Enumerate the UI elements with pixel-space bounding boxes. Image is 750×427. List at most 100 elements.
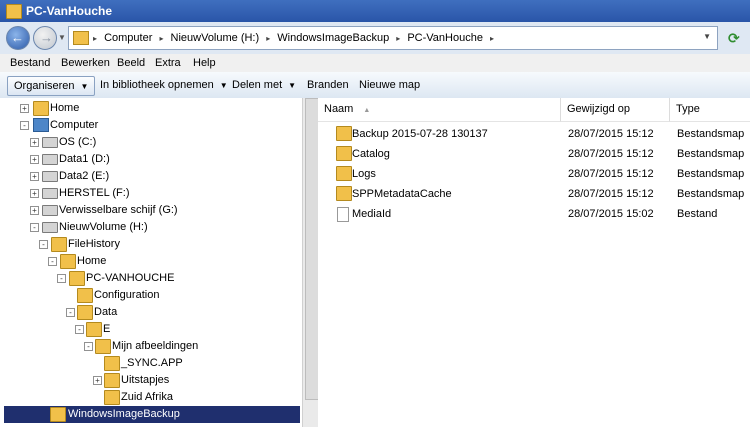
drive-icon	[42, 171, 58, 182]
expand-icon[interactable]: +	[30, 172, 39, 181]
folder-icon	[336, 186, 352, 201]
include-in-library-button[interactable]: In bibliotheek opnemen ▼	[94, 76, 234, 94]
tree-item[interactable]: - Computer	[0, 117, 300, 134]
tree-item-label: Verwisselbare schijf (G:)	[59, 204, 178, 216]
address-box[interactable]: ▸ Computer ▸ NieuwVolume (H:) ▸ WindowsI…	[68, 26, 718, 50]
collapse-icon[interactable]: -	[75, 325, 84, 334]
expand-icon[interactable]: +	[93, 376, 102, 385]
address-bar-area: ← → ▼ ▸ Computer ▸ NieuwVolume (H:) ▸ Wi…	[0, 22, 750, 55]
recent-pages-dropdown[interactable]: ▼	[58, 33, 66, 42]
tree-item-label: Computer	[50, 119, 99, 131]
breadcrumb-item[interactable]: NieuwVolume (H:)	[171, 32, 260, 44]
back-button[interactable]: ←	[6, 26, 30, 50]
tree-item-label: Mijn afbeeldingen	[112, 340, 199, 352]
tree-item-label: Data	[94, 306, 118, 318]
expand-icon[interactable]: +	[30, 206, 39, 215]
tree-item-selected[interactable]: WindowsImageBackup	[4, 406, 300, 423]
tree-item[interactable]: + OS (C:)	[0, 134, 300, 151]
tree-item[interactable]: + Verwisselbare schijf (G:)	[0, 202, 300, 219]
burn-button[interactable]: Branden	[301, 76, 355, 94]
expand-icon[interactable]: +	[30, 155, 39, 164]
tree-item[interactable]: Zuid Afrika	[0, 389, 300, 406]
column-header-type[interactable]: Type	[670, 98, 750, 122]
tree-item-label: WindowsImageBackup	[68, 408, 180, 420]
folder-icon	[60, 254, 76, 269]
file-modified: 28/07/2015 15:12	[568, 148, 654, 160]
tree-item-label: Home	[77, 255, 107, 267]
column-header-modified[interactable]: Gewijzigd op	[561, 98, 670, 122]
chevron-right-icon[interactable]: ▸	[93, 34, 97, 43]
chevron-right-icon[interactable]: ▸	[266, 34, 270, 43]
chevron-right-icon[interactable]: ▸	[396, 34, 400, 43]
tree-item[interactable]: - Mijn afbeeldingen	[0, 338, 300, 355]
file-row[interactable]: Logs 28/07/2015 15:12 Bestandsmap	[318, 165, 750, 183]
address-dropdown-icon[interactable]: ▼	[703, 32, 711, 41]
drive-icon	[42, 154, 58, 165]
expand-icon[interactable]: +	[30, 189, 39, 198]
new-folder-button[interactable]: Nieuwe map	[353, 76, 426, 94]
tree-item[interactable]: - Home	[0, 253, 300, 270]
tree-item[interactable]: + Home	[0, 100, 300, 117]
expand-icon[interactable]: +	[30, 138, 39, 147]
expand-icon[interactable]: +	[20, 104, 29, 113]
collapse-icon[interactable]: -	[84, 342, 93, 351]
breadcrumb-item[interactable]: Computer	[104, 32, 152, 44]
menu-bar: Bestand Bewerken Beeld Extra Help	[0, 54, 750, 72]
tree-item-label: Zuid Afrika	[121, 391, 173, 403]
tree-item-label: _SYNC.APP	[121, 357, 183, 369]
scrollbar-thumb[interactable]	[305, 98, 319, 400]
tree-item[interactable]: - NieuwVolume (H:)	[0, 219, 300, 236]
tree-scrollbar[interactable]	[302, 98, 319, 427]
menu-item-edit[interactable]: Bewerken	[61, 57, 110, 69]
breadcrumb-item[interactable]: PC-VanHouche	[407, 32, 483, 44]
tree-item-label: OS (C:)	[59, 136, 97, 148]
organize-label: Organiseren	[14, 80, 75, 92]
collapse-icon[interactable]: -	[20, 121, 29, 130]
tree-item[interactable]: _SYNC.APP	[0, 355, 300, 372]
file-row[interactable]: Backup 2015-07-28 130137 28/07/2015 15:1…	[318, 125, 750, 143]
tree-item[interactable]: + Data1 (D:)	[0, 151, 300, 168]
menu-item-file[interactable]: Bestand	[10, 57, 50, 69]
tree-item[interactable]: + Data2 (E:)	[0, 168, 300, 185]
file-list: Naam ▲ Gewijzigd op Type Backup 2015-07-2…	[318, 98, 750, 427]
file-name: MediaId	[352, 208, 392, 220]
folder-icon	[51, 237, 67, 252]
share-with-button[interactable]: Delen met ▼	[226, 76, 302, 94]
menu-item-help[interactable]: Help	[193, 57, 216, 69]
breadcrumb-item[interactable]: WindowsImageBackup	[277, 32, 389, 44]
include-in-library-label: In bibliotheek opnemen	[100, 79, 214, 91]
collapse-icon[interactable]: -	[39, 240, 48, 249]
file-modified: 28/07/2015 15:12	[568, 168, 654, 180]
tree-item[interactable]: - PC-VANHOUCHE	[0, 270, 300, 287]
tree-item[interactable]: - Data	[0, 304, 300, 321]
tree-item[interactable]: - FileHistory	[0, 236, 300, 253]
collapse-icon[interactable]: -	[30, 223, 39, 232]
file-row[interactable]: Catalog 28/07/2015 15:12 Bestandsmap	[318, 145, 750, 163]
collapse-icon[interactable]: -	[57, 274, 66, 283]
menu-item-view[interactable]: Beeld	[117, 57, 145, 69]
column-header-name[interactable]: Naam ▲	[318, 98, 561, 122]
drive-icon	[42, 205, 58, 216]
file-type: Bestand	[677, 208, 718, 220]
folder-icon	[104, 356, 120, 371]
refresh-icon[interactable]: ⟳	[728, 30, 744, 46]
file-row[interactable]: SPPMetadataCache 28/07/2015 15:12 Bestan…	[318, 185, 750, 203]
organize-button[interactable]: Organiseren ▼	[7, 76, 96, 96]
tree-item-label: Configuration	[94, 289, 160, 301]
file-type: Bestandsmap	[677, 148, 745, 160]
file-name: Logs	[352, 168, 376, 180]
collapse-icon[interactable]: -	[48, 257, 57, 266]
tree-item[interactable]: + Uitstapjes	[0, 372, 300, 389]
chevron-right-icon[interactable]: ▸	[159, 34, 163, 43]
chevron-right-icon[interactable]: ▸	[490, 34, 494, 43]
tree-item[interactable]: - E	[0, 321, 300, 338]
collapse-icon[interactable]: -	[66, 308, 75, 317]
tree-item[interactable]: + HERSTEL (F:)	[0, 185, 300, 202]
tree-item[interactable]: Configuration	[0, 287, 300, 304]
navigation-pane: + Home - Computer + OS (C:) + Data1 (D:)…	[0, 98, 304, 427]
file-row[interactable]: MediaId 28/07/2015 15:02 Bestand	[318, 205, 750, 223]
forward-button[interactable]: →	[33, 26, 57, 50]
file-icon	[337, 207, 349, 222]
folder-icon	[104, 390, 120, 405]
menu-item-tools[interactable]: Extra	[155, 57, 181, 69]
